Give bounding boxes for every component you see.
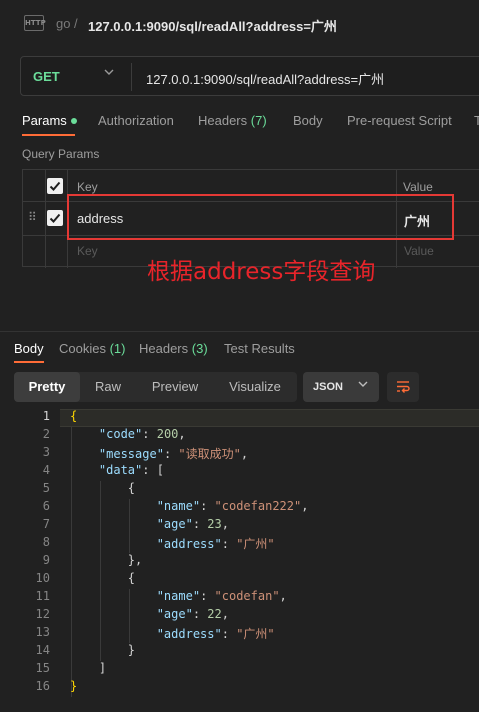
line-number: 16	[35, 679, 50, 693]
view-visualize-button[interactable]: Visualize	[218, 372, 292, 402]
code-line: "age": 22,	[156, 607, 229, 621]
tab-cookies-count: (1)	[109, 341, 126, 356]
tab-params[interactable]: Params	[22, 113, 77, 128]
code-line: {	[70, 571, 136, 585]
select-all-checkbox[interactable]	[47, 178, 63, 194]
column-header-key: Key	[77, 180, 98, 194]
new-value-input[interactable]: Value	[404, 244, 434, 258]
annotation-highlight-box	[67, 194, 454, 240]
line-number: 15	[35, 661, 50, 675]
current-line-highlight	[60, 409, 479, 427]
wrap-lines-button[interactable]	[387, 372, 419, 402]
line-number: 14	[35, 643, 50, 657]
line-number: 4	[42, 463, 50, 477]
line-number: 8	[42, 535, 50, 549]
tab-response-headers[interactable]: Headers (3)	[139, 341, 208, 356]
code-line: {	[70, 409, 78, 423]
line-number: 13	[35, 625, 50, 639]
tab-response-headers-label: Headers	[139, 341, 189, 356]
code-line: "address": "广州"	[156, 627, 275, 641]
line-number: 12	[35, 607, 50, 621]
tab-headers-label: Headers	[198, 113, 248, 128]
chevron-down-icon	[357, 378, 369, 393]
request-title-bar: HTTP go / 127.0.0.1:9090/sql/readAll?add…	[0, 0, 479, 46]
param-row-checkbox[interactable]	[47, 210, 63, 226]
format-select-value: JSON	[313, 381, 343, 393]
tab-test-results[interactable]: Test Results	[224, 341, 295, 356]
method-select[interactable]: GET	[33, 69, 60, 84]
view-mode-segmented-control: Pretty Raw Preview Visualize	[14, 372, 297, 402]
code-line: "data": [	[98, 463, 164, 477]
active-tab-indicator	[22, 134, 75, 136]
line-number: 6	[42, 499, 50, 513]
code-line: "code": 200,	[98, 427, 186, 441]
request-name[interactable]: 127.0.0.1:9090/sql/readAll?address=广州	[88, 16, 337, 35]
breadcrumb-collection[interactable]: go	[56, 16, 70, 31]
params-active-dot	[70, 117, 77, 124]
annotation-text: 根据address字段查询	[147, 259, 376, 285]
line-number: 10	[35, 571, 50, 585]
code-line: "message": "读取成功",	[98, 447, 249, 461]
format-select[interactable]: JSON	[303, 372, 379, 402]
tab-headers[interactable]: Headers (7)	[198, 113, 267, 128]
tab-cookies-label: Cookies	[59, 341, 106, 356]
chevron-down-icon[interactable]	[103, 66, 115, 81]
code-line: ]	[70, 661, 107, 675]
url-input[interactable]: 127.0.0.1:9090/sql/readAll?address=广州	[146, 69, 384, 88]
line-number: 2	[42, 427, 50, 441]
code-line: "name": "codefan222",	[156, 499, 309, 513]
column-header-value: Value	[403, 180, 433, 194]
code-line: }	[70, 679, 78, 693]
code-line: {	[70, 481, 136, 495]
new-key-input[interactable]: Key	[77, 244, 98, 258]
line-number: 11	[35, 589, 50, 603]
drag-handle-icon[interactable]: ⠿	[28, 210, 37, 224]
line-number: 3	[42, 445, 50, 459]
active-response-tab-indicator	[14, 361, 44, 363]
wrap-lines-icon	[397, 381, 410, 393]
tab-authorization[interactable]: Authorization	[98, 113, 174, 128]
tab-overflow[interactable]: T	[474, 113, 479, 128]
code-line: "age": 23,	[156, 517, 229, 531]
tab-response-cookies[interactable]: Cookies (1)	[59, 341, 125, 356]
query-params-title: Query Params	[22, 147, 100, 161]
tab-body[interactable]: Body	[293, 113, 323, 128]
code-line: },	[70, 553, 143, 567]
tab-params-label: Params	[22, 113, 67, 128]
tab-prerequest-script[interactable]: Pre-request Script	[347, 113, 452, 128]
url-divider	[131, 63, 132, 91]
http-request-icon: HTTP	[24, 15, 46, 31]
view-pretty-button[interactable]: Pretty	[14, 372, 80, 402]
line-number: 5	[42, 481, 50, 495]
breadcrumb-separator: /	[74, 16, 78, 31]
line-number: 9	[42, 553, 50, 567]
line-number: 7	[42, 517, 50, 531]
pane-divider[interactable]	[0, 331, 479, 332]
line-number: 1	[42, 409, 50, 423]
view-preview-button[interactable]: Preview	[140, 372, 210, 402]
tab-response-body[interactable]: Body	[14, 341, 44, 356]
code-line: "address": "广州"	[156, 537, 275, 551]
view-raw-button[interactable]: Raw	[82, 372, 134, 402]
code-line: }	[70, 643, 136, 657]
tab-response-headers-count: (3)	[191, 341, 208, 356]
code-line: "name": "codefan",	[156, 589, 287, 603]
tab-headers-count: (7)	[250, 113, 267, 128]
url-bar: GET 127.0.0.1:9090/sql/readAll?address=广…	[20, 56, 479, 96]
response-code-viewer[interactable]: 1 2 3 4 5 6 7 8 9 10 11 12 13 14 15 16 {…	[0, 406, 479, 712]
